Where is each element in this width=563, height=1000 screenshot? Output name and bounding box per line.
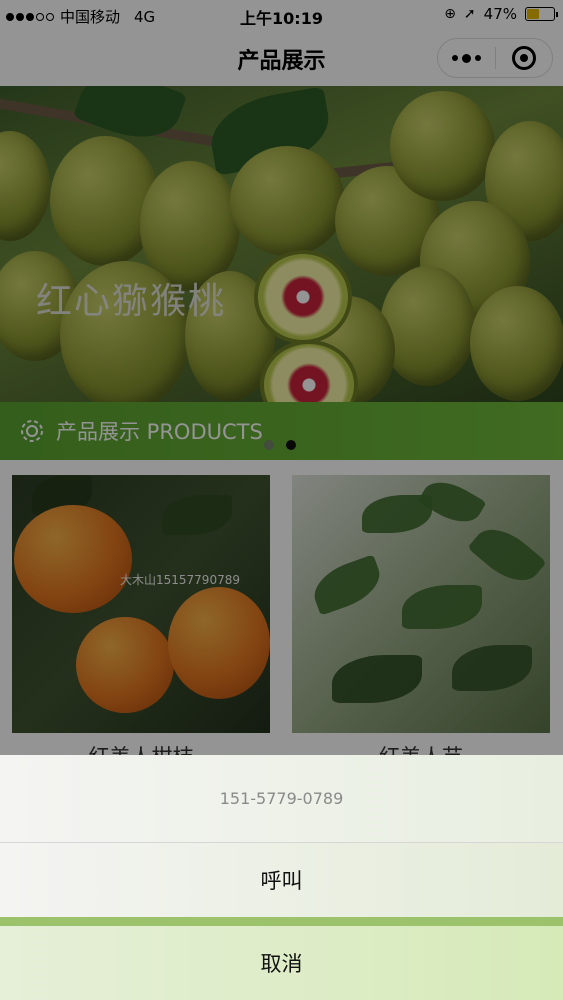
phone-number: 151-5779-0789 [0, 755, 563, 843]
sheet-divider [0, 917, 563, 926]
action-sheet: 151-5779-0789 呼叫 取消 [0, 755, 563, 1000]
call-button[interactable]: 呼叫 [0, 843, 563, 917]
cancel-button[interactable]: 取消 [0, 926, 563, 1000]
